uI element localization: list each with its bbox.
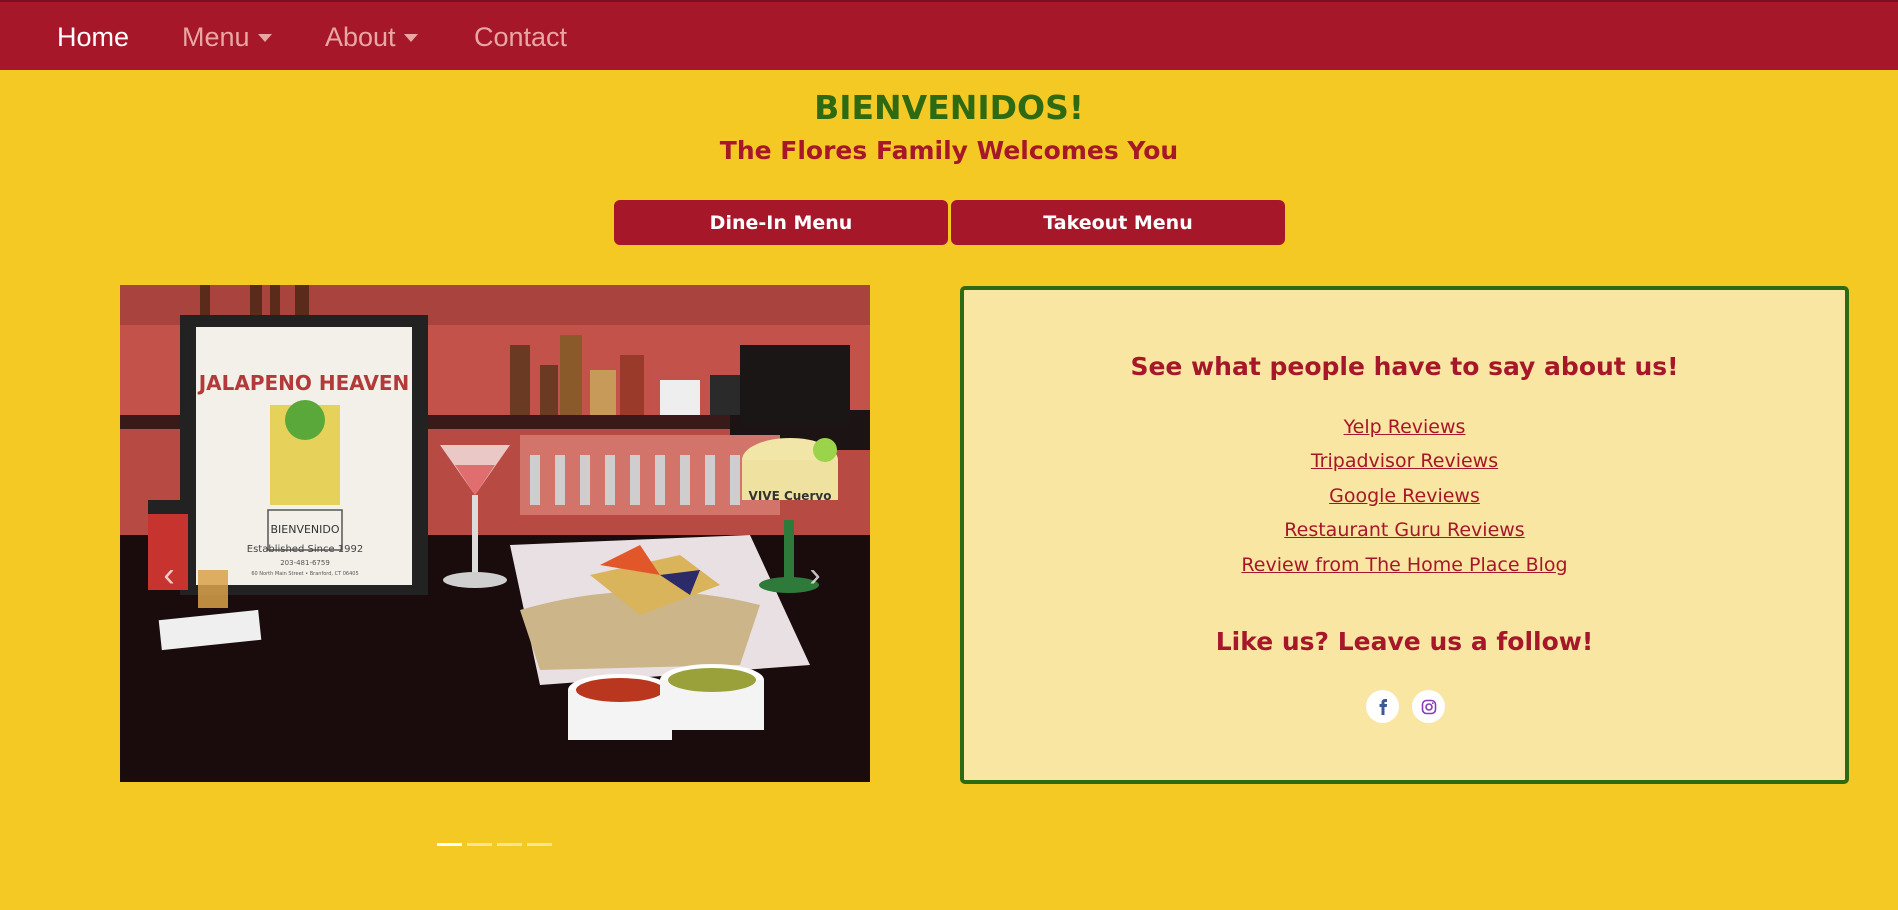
nav-contact-label: Contact: [474, 21, 568, 52]
carousel-indicator-4[interactable]: [527, 843, 552, 846]
top-navbar: Home Menu About Contact: [0, 0, 1898, 70]
nav-home-label: Home: [57, 21, 130, 52]
photo-carousel: JALAPENO HEAVEN BIENVENIDO Established S…: [120, 285, 870, 782]
carousel-next-arrow[interactable]: ›: [800, 555, 830, 595]
reviews-heading: See what people have to say about us!: [1130, 352, 1679, 381]
facebook-icon: [1379, 698, 1387, 715]
menu-card-phone: 203-481-6759: [280, 559, 330, 567]
takeout-menu-button[interactable]: Takeout Menu: [951, 200, 1285, 245]
dine-in-menu-button[interactable]: Dine-In Menu: [614, 200, 948, 245]
nav-menu-dropdown[interactable]: Menu: [182, 2, 272, 72]
caret-down-icon: [257, 34, 272, 42]
page-subtitle: The Flores Family Welcomes You: [719, 136, 1179, 165]
page-title: BIENVENIDOS!: [814, 88, 1084, 127]
facebook-button[interactable]: [1366, 690, 1399, 723]
yelp-reviews-link[interactable]: Yelp Reviews: [964, 416, 1845, 438]
instagram-button[interactable]: [1412, 690, 1445, 723]
tripadvisor-reviews-link[interactable]: Tripadvisor Reviews: [964, 450, 1845, 472]
glass-brand-text: VIVE Cuervo: [749, 489, 832, 503]
caret-down-icon: [403, 34, 418, 42]
carousel-indicator-3[interactable]: [497, 843, 522, 846]
nav-about-label: About: [325, 21, 396, 52]
restaurant-guru-reviews-link[interactable]: Restaurant Guru Reviews: [964, 519, 1845, 541]
carousel-slide-image: JALAPENO HEAVEN BIENVENIDO Established S…: [120, 285, 870, 782]
menu-card-caption: BIENVENIDO: [270, 523, 339, 536]
menu-card-address: 60 North Main Street • Branford, CT 0640…: [251, 571, 358, 577]
home-place-blog-review-link[interactable]: Review from The Home Place Blog: [964, 554, 1845, 576]
carousel-indicator-2[interactable]: [467, 843, 492, 846]
carousel-prev-arrow[interactable]: ‹: [154, 555, 184, 595]
follow-heading: Like us? Leave us a follow!: [1215, 627, 1594, 656]
instagram-icon: [1421, 699, 1436, 714]
menu-card-established: Established Since 1992: [247, 544, 363, 555]
nav-menu-label: Menu: [182, 21, 250, 52]
google-reviews-link[interactable]: Google Reviews: [964, 485, 1845, 507]
reviews-panel: See what people have to say about us! Ye…: [960, 286, 1849, 784]
carousel-indicators: [437, 843, 552, 846]
nav-contact[interactable]: Contact: [474, 2, 567, 72]
nav-home[interactable]: Home: [57, 2, 129, 72]
menu-card-title: JALAPENO HEAVEN: [197, 371, 410, 395]
carousel-indicator-1[interactable]: [437, 843, 462, 846]
nav-about-dropdown[interactable]: About: [325, 2, 418, 72]
